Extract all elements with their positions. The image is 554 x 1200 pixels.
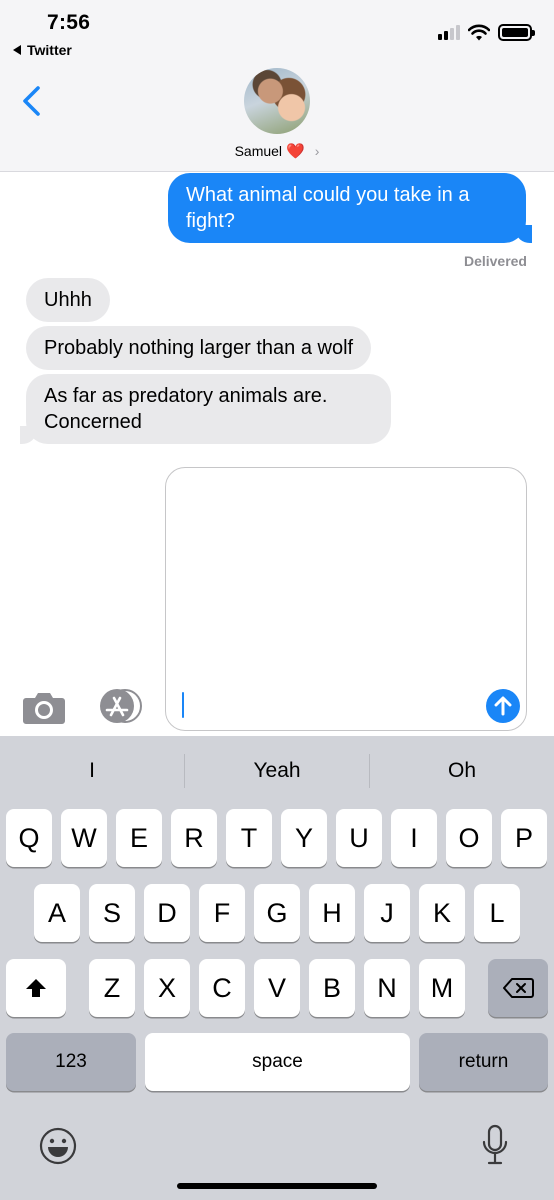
suggestion-item[interactable]: I bbox=[0, 759, 184, 783]
message-input[interactable] bbox=[165, 467, 527, 731]
app-store-icon[interactable] bbox=[95, 688, 143, 724]
key-w[interactable]: W bbox=[61, 809, 107, 867]
text-caret bbox=[182, 692, 184, 718]
battery-icon bbox=[498, 23, 535, 41]
key-c[interactable]: C bbox=[199, 959, 245, 1017]
status-icons bbox=[438, 22, 535, 42]
key-h[interactable]: H bbox=[309, 884, 355, 942]
message-text: What animal could you take in a fight? bbox=[186, 184, 470, 232]
contact-avatar[interactable] bbox=[244, 68, 310, 134]
key-e[interactable]: E bbox=[116, 809, 162, 867]
return-key[interactable]: return bbox=[419, 1033, 548, 1091]
status-time: 7:56 bbox=[47, 11, 91, 34]
key-u[interactable]: U bbox=[336, 809, 382, 867]
shift-icon bbox=[26, 979, 46, 997]
key-o[interactable]: O bbox=[446, 809, 492, 867]
emoji-icon[interactable] bbox=[38, 1126, 78, 1166]
message-text: Uhhh bbox=[44, 289, 92, 311]
contact-name-label: Samuel bbox=[234, 143, 283, 159]
key-s[interactable]: S bbox=[89, 884, 135, 942]
message-text: Probably nothing larger than a wolf bbox=[44, 337, 354, 359]
key-x[interactable]: X bbox=[144, 959, 190, 1017]
delete-icon bbox=[503, 978, 534, 998]
key-l[interactable]: L bbox=[474, 884, 520, 942]
key-v[interactable]: V bbox=[254, 959, 300, 1017]
key-z[interactable]: Z bbox=[89, 959, 135, 1017]
key-r[interactable]: R bbox=[171, 809, 217, 867]
shift-key[interactable] bbox=[6, 959, 66, 1017]
camera-icon[interactable] bbox=[22, 689, 66, 725]
cellular-signal-icon bbox=[438, 24, 460, 40]
key-q[interactable]: Q bbox=[6, 809, 52, 867]
message-bubble-sent[interactable]: What animal could you take in a fight? bbox=[168, 173, 532, 243]
numbers-key[interactable]: 123 bbox=[6, 1033, 136, 1091]
message-bubble-received[interactable]: Uhhh bbox=[26, 278, 110, 322]
message-bubble-received[interactable]: Probably nothing larger than a wolf bbox=[26, 326, 372, 370]
back-triangle-icon bbox=[13, 45, 21, 55]
back-app-label: Twitter bbox=[27, 42, 72, 58]
key-y[interactable]: Y bbox=[281, 809, 327, 867]
key-j[interactable]: J bbox=[364, 884, 410, 942]
key-m[interactable]: M bbox=[419, 959, 465, 1017]
send-arrow-icon bbox=[494, 696, 512, 716]
home-indicator[interactable] bbox=[177, 1183, 377, 1189]
wifi-icon bbox=[468, 24, 490, 40]
send-button[interactable] bbox=[486, 689, 520, 723]
chevron-right-icon: › bbox=[314, 143, 320, 159]
key-i[interactable]: I bbox=[391, 809, 437, 867]
contact-name-button[interactable]: Samuel ❤️ › bbox=[0, 142, 554, 160]
microphone-icon[interactable] bbox=[481, 1124, 509, 1166]
predictive-bar: I Yeah Oh bbox=[0, 736, 554, 806]
key-p[interactable]: P bbox=[501, 809, 547, 867]
back-to-app-link[interactable]: Twitter bbox=[13, 42, 72, 58]
conversation-header: 7:56 Twitter Samuel ❤️ › bbox=[0, 0, 554, 172]
key-b[interactable]: B bbox=[309, 959, 355, 1017]
message-bubble-received[interactable]: As far as predatory animals are. Concern… bbox=[20, 374, 391, 444]
key-d[interactable]: D bbox=[144, 884, 190, 942]
delete-key[interactable] bbox=[488, 959, 548, 1017]
key-t[interactable]: T bbox=[226, 809, 272, 867]
key-a[interactable]: A bbox=[34, 884, 80, 942]
delivery-status: Delivered bbox=[463, 253, 527, 269]
heart-emoji: ❤️ bbox=[286, 143, 305, 160]
suggestion-item[interactable]: Oh bbox=[370, 759, 554, 783]
key-n[interactable]: N bbox=[364, 959, 410, 1017]
key-k[interactable]: K bbox=[419, 884, 465, 942]
message-text: As far as predatory animals are. Concern… bbox=[44, 385, 328, 433]
back-chevron-icon[interactable] bbox=[20, 86, 44, 116]
space-key[interactable]: space bbox=[145, 1033, 410, 1091]
key-f[interactable]: F bbox=[199, 884, 245, 942]
key-g[interactable]: G bbox=[254, 884, 300, 942]
suggestion-item[interactable]: Yeah bbox=[185, 759, 369, 783]
